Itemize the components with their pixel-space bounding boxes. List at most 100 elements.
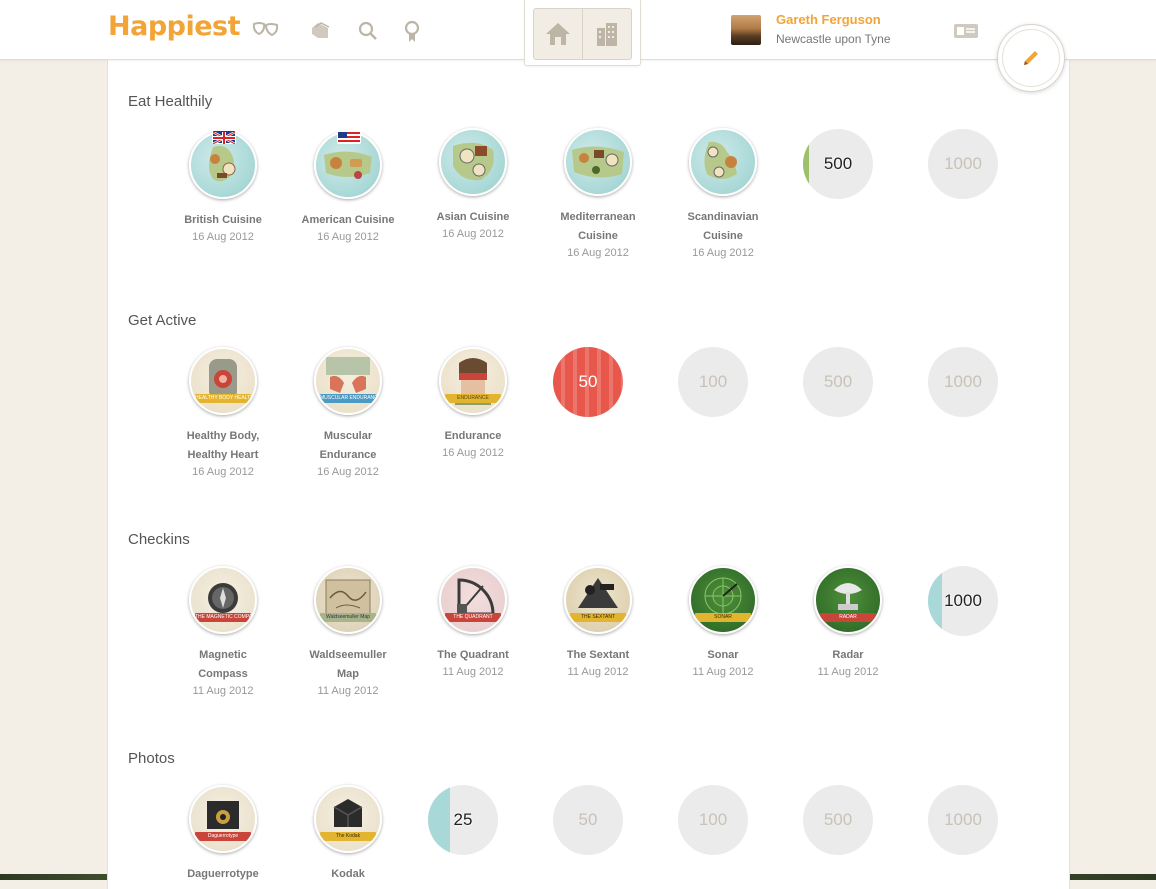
tab-city[interactable] xyxy=(582,8,632,60)
badge-name: Magnetic Compass xyxy=(198,649,248,680)
milestone-value: 50 xyxy=(578,810,598,829)
badge-name: Healthy Body, Healthy Heart xyxy=(186,430,260,461)
badge-name: The Sextant xyxy=(566,649,630,661)
badge-waldseemuller-map[interactable]: Waldseemuller Map Waldseemuller Map 11 A… xyxy=(288,566,408,698)
us-flag-icon xyxy=(337,130,361,144)
badge-ribbon: RADAR xyxy=(820,613,876,622)
milestone-circle[interactable]: 100 xyxy=(678,785,748,855)
milestone-circle[interactable]: 500 xyxy=(803,785,873,855)
milestone-value: 25 xyxy=(453,810,473,829)
scandinavian-cuisine-icon xyxy=(689,128,757,196)
badge-the-quadrant[interactable]: THE QUADRANT The Quadrant 11 Aug 2012 xyxy=(413,566,533,679)
milestone-value: 500 xyxy=(823,810,853,829)
view-switcher xyxy=(524,0,641,66)
badge-date: 11 Aug 2012 xyxy=(692,666,754,678)
badge-name: Kodak xyxy=(331,868,365,880)
sonar-icon: SONAR xyxy=(689,566,757,634)
badge-radar[interactable]: RADAR Radar 11 Aug 2012 xyxy=(788,566,908,679)
section-title-checkins: Checkins xyxy=(128,531,190,548)
badge-date: 16 Aug 2012 xyxy=(317,231,379,243)
compose-button[interactable] xyxy=(997,24,1065,92)
radar-dish-icon: RADAR xyxy=(814,566,882,634)
badge-magnetic-compass[interactable]: THE MAGNETIC COMPASS Magnetic Compass 11… xyxy=(163,566,283,698)
badge-endurance[interactable]: ENDURANCE Endurance 16 Aug 2012 xyxy=(413,347,533,460)
section-title-photos: Photos xyxy=(128,750,175,767)
badge-date: 16 Aug 2012 xyxy=(192,466,254,478)
user-location: Newcastle upon Tyne xyxy=(776,32,891,46)
milestone-circle[interactable]: 50 xyxy=(553,347,623,417)
badge-ribbon: ENDURANCE xyxy=(445,394,501,403)
badge-ribbon: Waldseemuller Map xyxy=(320,613,376,622)
badge-date: 16 Aug 2012 xyxy=(192,231,254,243)
id-card-icon[interactable] xyxy=(953,22,979,45)
badge-date: 16 Aug 2012 xyxy=(442,447,504,459)
badge-date: 16 Aug 2012 xyxy=(442,228,504,240)
badge-scandinavian-cuisine[interactable]: Scandinavian Cuisine 16 Aug 2012 xyxy=(663,128,783,260)
milestone-progress-fill xyxy=(428,785,451,855)
milestone-value: 500 xyxy=(823,154,853,173)
section-title-eat-healthily: Eat Healthily xyxy=(128,93,213,110)
badge-ribbon: The Kodak xyxy=(320,832,376,841)
badge-name: Mediterranean Cuisine xyxy=(560,211,636,242)
milestone-progress-fill xyxy=(928,566,942,636)
milestone-circle[interactable]: 25 xyxy=(428,785,498,855)
badge-date: 16 Aug 2012 xyxy=(317,466,379,478)
mediterranean-cuisine-icon xyxy=(564,128,632,196)
compass-icon: THE MAGNETIC COMPASS xyxy=(189,566,257,634)
badge-date: 16 Aug 2012 xyxy=(567,247,629,259)
map-icon: Waldseemuller Map xyxy=(314,566,382,634)
badge-name: Radar xyxy=(832,649,864,661)
kodak-camera-icon: The Kodak xyxy=(314,785,382,853)
happiest-logo[interactable]: Happiest xyxy=(108,11,241,42)
user-name[interactable]: Gareth Ferguson xyxy=(776,12,881,27)
milestone-circle[interactable]: 500 xyxy=(803,347,873,417)
city-icon xyxy=(597,23,617,46)
milestone-circle[interactable]: 1000 xyxy=(928,129,998,199)
search-icon[interactable] xyxy=(357,20,385,42)
badge-sonar[interactable]: SONAR Sonar 11 Aug 2012 xyxy=(663,566,783,679)
milestone-value: 1000 xyxy=(944,591,982,610)
badge-muscular-endurance[interactable]: MUSCULAR ENDURANCE Muscular Endurance 16… xyxy=(288,347,408,479)
badge-asian-cuisine[interactable]: Asian Cuisine 16 Aug 2012 xyxy=(413,128,533,241)
quadrant-icon: THE QUADRANT xyxy=(439,566,507,634)
milestone-circle[interactable]: 50 xyxy=(553,785,623,855)
badge-ribbon: MUSCULAR ENDURANCE xyxy=(320,394,376,403)
milestone-circle[interactable]: 100 xyxy=(678,347,748,417)
milestone-value: 1000 xyxy=(944,810,982,829)
badge-name: Daguerrotype xyxy=(187,868,259,880)
badge-name: Waldseemuller Map xyxy=(309,649,387,680)
badge-mediterranean-cuisine[interactable]: Mediterranean Cuisine 16 Aug 2012 xyxy=(538,128,658,260)
milestone-progress-fill xyxy=(803,129,809,199)
home-icon xyxy=(546,23,570,45)
sextant-icon: THE SEXTANT xyxy=(564,566,632,634)
badge-date: 11 Aug 2012 xyxy=(442,666,504,678)
milestone-circle[interactable]: 500 xyxy=(803,129,873,199)
badge-american-cuisine[interactable]: American Cuisine 16 Aug 2012 xyxy=(288,130,408,244)
badge-date: 11 Aug 2012 xyxy=(817,666,879,678)
heart-body-icon: HEALTHY BODY HEALTHY HEART xyxy=(189,347,257,415)
badge-name: Sonar xyxy=(707,649,739,661)
avatar[interactable] xyxy=(731,15,761,45)
milestone-value: 500 xyxy=(823,372,853,391)
badge-date: 11 Aug 2012 xyxy=(567,666,629,678)
masks-icon[interactable] xyxy=(252,20,280,42)
milestone-circle[interactable]: 1000 xyxy=(928,785,998,855)
milestone-value: 100 xyxy=(698,810,728,829)
badge-healthy-body-healthy-heart[interactable]: HEALTHY BODY HEALTHY HEART Healthy Body,… xyxy=(163,347,283,479)
tab-home[interactable] xyxy=(533,8,583,60)
asian-cuisine-icon xyxy=(439,128,507,196)
badge-daguerrotype[interactable]: Daguerrotype Daguerrotype xyxy=(163,785,283,884)
badge-date: 11 Aug 2012 xyxy=(317,685,379,697)
camera-box-icon: Daguerrotype xyxy=(189,785,257,853)
milestone-circle[interactable]: 1000 xyxy=(928,347,998,417)
award-icon[interactable] xyxy=(403,20,431,42)
tag-icon[interactable] xyxy=(309,20,337,42)
badge-name: Scandinavian Cuisine xyxy=(687,211,759,242)
badge-the-sextant[interactable]: THE SEXTANT The Sextant 11 Aug 2012 xyxy=(538,566,658,679)
badge-british-cuisine[interactable]: British Cuisine 16 Aug 2012 xyxy=(163,130,283,244)
milestone-value: 1000 xyxy=(944,372,982,391)
milestone-value: 50 xyxy=(578,372,598,391)
badge-kodak[interactable]: The Kodak Kodak xyxy=(288,785,408,884)
badge-name: British Cuisine xyxy=(184,214,262,226)
milestone-circle[interactable]: 1000 xyxy=(928,566,998,636)
